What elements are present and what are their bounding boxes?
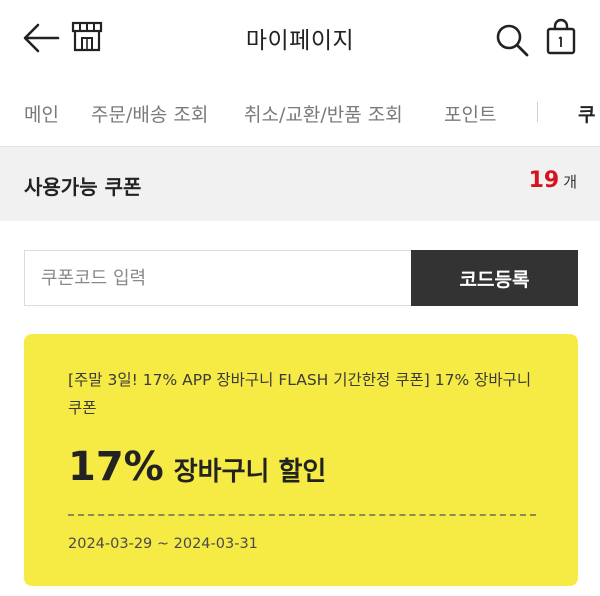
coupon-code-input[interactable] xyxy=(24,250,411,306)
coupon-count-number: 19 xyxy=(528,168,560,193)
tab-points[interactable]: 포인트 xyxy=(444,100,496,127)
coupon-discount-percent: 17% xyxy=(68,444,164,490)
tab-divider xyxy=(537,102,538,122)
top-header: 마이페이지 xyxy=(0,0,600,78)
coupon-count: 19 개 xyxy=(529,168,577,193)
shopping-bag-button[interactable] xyxy=(544,18,578,56)
coupon-description: [주말 3일! 17% APP 장바구니 FLASH 기간한정 쿠폰] 17% … xyxy=(68,371,532,417)
available-coupon-label: 사용가능 쿠폰 xyxy=(24,175,142,199)
shopping-bag-icon xyxy=(546,18,576,55)
search-button[interactable] xyxy=(494,22,530,58)
search-icon xyxy=(496,24,529,57)
coupon-valid-period: 2024-03-29 ~ 2024-03-31 xyxy=(68,536,258,552)
coupon-card[interactable]: [주말 3일! 17% APP 장바구니 FLASH 기간한정 쿠폰] 17% … xyxy=(24,334,578,586)
mypage-tab-bar: 메인 주문/배송 조회 취소/교환/반품 조회 포인트 쿠 xyxy=(0,78,600,147)
register-code-button[interactable]: 코드등록 xyxy=(411,250,578,306)
tab-coupon[interactable]: 쿠 xyxy=(578,100,595,127)
coupon-count-unit: 개 xyxy=(563,173,577,191)
tab-cancel-exchange-return[interactable]: 취소/교환/반품 조회 xyxy=(244,100,403,127)
tab-main[interactable]: 메인 xyxy=(24,100,59,127)
coupon-dashed-divider xyxy=(68,514,536,516)
tab-order-delivery[interactable]: 주문/배송 조회 xyxy=(91,100,208,127)
coupon-discount-text: 장바구니 할인 xyxy=(173,457,327,487)
available-coupon-bar: 사용가능 쿠폰 19 개 xyxy=(0,147,600,221)
coupon-discount: 17% 장바구니 할인 xyxy=(68,444,326,490)
